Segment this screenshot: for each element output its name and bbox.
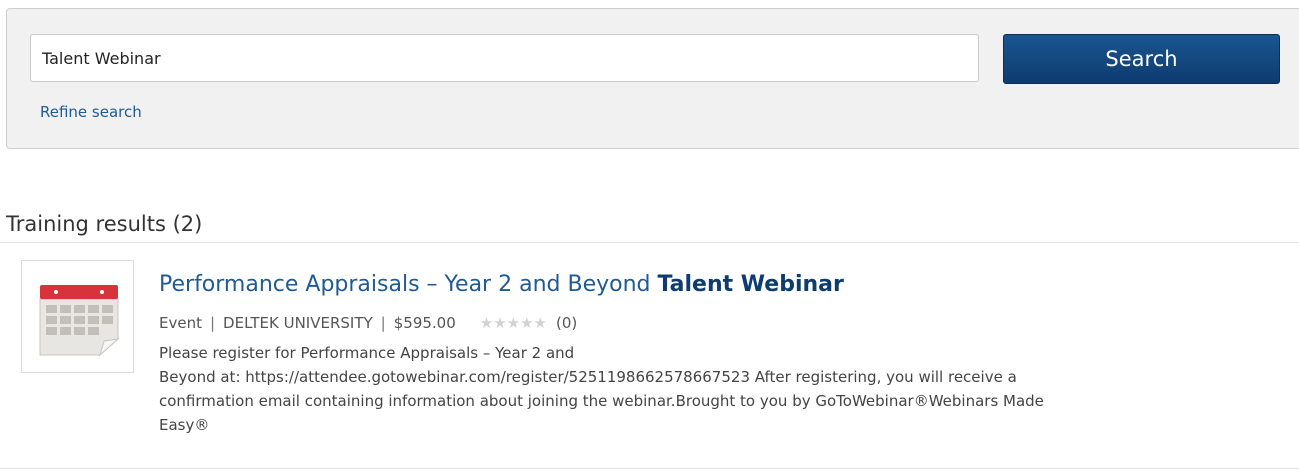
result-provider: DELTEK UNIVERSITY bbox=[223, 314, 373, 332]
result-type: Event bbox=[159, 314, 202, 332]
result-thumbnail[interactable] bbox=[21, 260, 134, 373]
search-panel: Search Refine search bbox=[6, 8, 1299, 149]
result-title-main: Performance Appraisals – Year 2 and Beyo… bbox=[159, 272, 658, 297]
star-rating-icon: ★★★★★ bbox=[479, 314, 548, 332]
result-meta: Event | DELTEK UNIVERSITY | $595.00 ★★★★… bbox=[159, 314, 577, 332]
results-divider bbox=[0, 468, 1299, 469]
search-button[interactable]: Search bbox=[1003, 34, 1280, 84]
description-line: Beyond at: https://attendee.gotowebinar.… bbox=[159, 368, 1017, 386]
calendar-icon bbox=[39, 285, 120, 357]
result-title-highlight: Talent Webinar bbox=[657, 272, 844, 297]
meta-separator: | bbox=[380, 314, 386, 332]
description-line: confirmation email containing informatio… bbox=[159, 392, 1044, 410]
result-description: Please register for Performance Appraisa… bbox=[159, 341, 1279, 437]
refine-search-link[interactable]: Refine search bbox=[40, 103, 142, 121]
search-input[interactable] bbox=[30, 34, 979, 82]
result-price: $595.00 bbox=[393, 314, 456, 332]
results-divider bbox=[0, 242, 1299, 243]
description-line: Easy® bbox=[159, 416, 210, 434]
result-title-link[interactable]: Performance Appraisals – Year 2 and Beyo… bbox=[159, 272, 844, 297]
rating-count: (0) bbox=[556, 314, 578, 332]
meta-separator: | bbox=[209, 314, 216, 332]
description-line: Please register for Performance Appraisa… bbox=[159, 344, 575, 362]
results-heading: Training results (2) bbox=[6, 212, 203, 236]
